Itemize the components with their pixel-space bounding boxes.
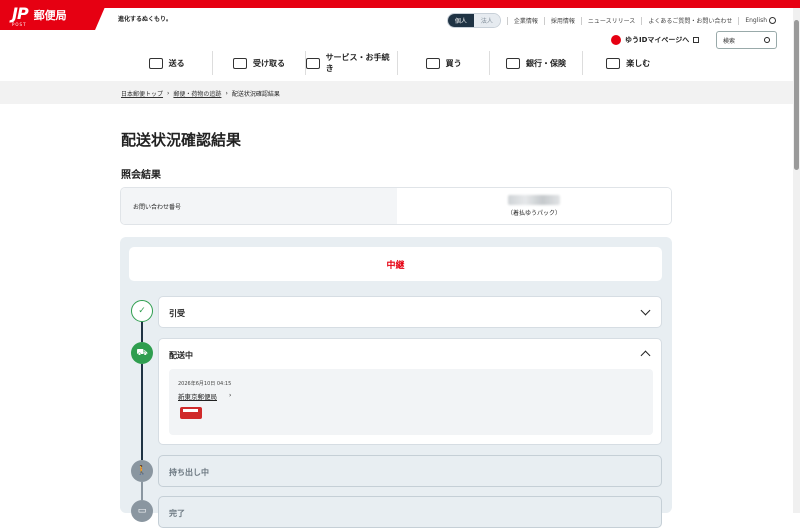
nav-buy[interactable]: 買う (398, 51, 491, 75)
search-input[interactable]: 検索 (716, 31, 777, 49)
timeline-line (141, 482, 143, 500)
box-icon (148, 57, 163, 69)
hand-icon (505, 57, 520, 69)
logo-text: 郵便局 (33, 9, 67, 22)
nav-services[interactable]: サービス・お手続き (305, 51, 398, 75)
inquiry-box: お問い合わせ番号 （着払ゆうパック） (120, 187, 672, 225)
nav-bank[interactable]: 銀行・保険 (490, 51, 583, 75)
logo-sub: POST (12, 21, 27, 27)
step-label: 引受 (169, 309, 185, 318)
step-label: 配送中 (169, 351, 193, 360)
redacted-tracking-number (508, 195, 560, 205)
breadcrumb-home[interactable]: 日本郵便トップ (121, 89, 163, 98)
step-in-transit[interactable]: 配送中 2026年6月10日 04:15 新東京郵便局 › (158, 338, 662, 445)
document-icon (305, 57, 320, 69)
step-completed: 完了 (158, 496, 662, 528)
tagline: 進化するぬくもり。 (118, 16, 172, 23)
nav-enjoy[interactable]: 楽しむ (583, 51, 674, 75)
step-label: 完了 (169, 509, 185, 518)
box-icon: ▭ (131, 500, 153, 522)
page-title: 配送状況確認結果 (121, 131, 242, 149)
divider (641, 16, 643, 25)
delivery-truck-icon (180, 407, 202, 419)
step-accepted[interactable]: 引受 (158, 296, 662, 328)
nav-label: サービス・お手続き (325, 53, 390, 73)
step-location-link[interactable]: 新東京郵便局 (178, 391, 217, 401)
section-title: 照会結果 (121, 170, 161, 181)
cart-icon (425, 57, 440, 69)
yuid-link[interactable]: ゆうIDマイページへ (611, 35, 700, 45)
chevron-right-icon: › (229, 392, 232, 399)
external-link-icon (693, 37, 700, 43)
nav-send[interactable]: 送る (121, 51, 214, 75)
logo-mark: JP (12, 3, 29, 23)
step-label: 持ち出し中 (169, 468, 209, 477)
chevron-right-icon: › (225, 90, 228, 97)
inquiry-value: （着払ゆうパック） (397, 188, 671, 224)
breadcrumb-bar (0, 81, 800, 104)
truck-icon (232, 57, 247, 69)
language-label: English (745, 17, 767, 24)
scrollbar-thumb[interactable] (794, 20, 799, 170)
logo[interactable]: JP POST 郵便局 (0, 0, 108, 30)
search-icon[interactable] (764, 37, 770, 43)
breadcrumb: 日本郵便トップ › 郵便・荷物の追跡 › 配送状況確認結果 (121, 89, 280, 98)
nav-label: 受け取る (252, 58, 285, 68)
nav-label: 銀行・保険 (525, 58, 566, 68)
check-icon: ✓ (131, 300, 153, 322)
link-faq[interactable]: よくあるご質問・お問い合わせ (648, 16, 732, 25)
globe-icon (769, 17, 776, 24)
step-timestamp: 2026年6月10日 04:15 (178, 381, 232, 387)
status-banner: 中継 (129, 247, 662, 281)
walking-icon: 🚶 (131, 460, 153, 482)
link-corporate-info[interactable]: 企業情報 (514, 16, 538, 25)
step-detail: 2026年6月10日 04:15 新東京郵便局 › (169, 369, 653, 435)
timeline-line (141, 322, 143, 342)
link-news[interactable]: ニュースリリース (588, 16, 635, 25)
top-bar (0, 0, 800, 8)
divider (580, 16, 582, 25)
breadcrumb-tracking[interactable]: 郵便・荷物の追跡 (173, 89, 221, 98)
truck-icon: ⛟ (131, 342, 153, 364)
audience-toggle[interactable]: 個人 法人 (446, 13, 501, 28)
link-recruit[interactable]: 採用情報 (551, 16, 575, 25)
search-placeholder: 検索 (723, 37, 736, 45)
inquiry-type: （着払ゆうパック） (506, 210, 561, 217)
cards-icon (606, 57, 621, 69)
yuid-icon (611, 35, 621, 45)
tab-corporate[interactable]: 法人 (473, 14, 500, 27)
yuid-label: ゆうIDマイページへ (625, 36, 690, 44)
divider (543, 16, 545, 25)
chevron-up-icon[interactable] (640, 350, 651, 361)
nav-receive[interactable]: 受け取る (213, 51, 306, 75)
divider (738, 16, 740, 25)
inquiry-label: お問い合わせ番号 (121, 188, 397, 224)
main-nav: 送る 受け取る サービス・お手続き 買う 銀行・保険 楽しむ (121, 51, 674, 75)
step-out-for-delivery: 持ち出し中 (158, 455, 662, 487)
utility-nav: 個人 法人 企業情報 採用情報 ニュースリリース よくあるご質問・お問い合わせ … (446, 13, 776, 28)
breadcrumb-current: 配送状況確認結果 (231, 91, 280, 98)
language-switch[interactable]: English (745, 17, 776, 24)
nav-label: 買う (445, 58, 462, 68)
scrollbar[interactable] (793, 8, 800, 513)
timeline-line (141, 364, 143, 460)
tab-personal[interactable]: 個人 (447, 14, 474, 27)
nav-label: 送る (168, 58, 185, 68)
chevron-right-icon: › (167, 90, 170, 97)
chevron-down-icon[interactable] (640, 305, 651, 316)
nav-label: 楽しむ (626, 58, 651, 68)
divider (506, 16, 508, 25)
